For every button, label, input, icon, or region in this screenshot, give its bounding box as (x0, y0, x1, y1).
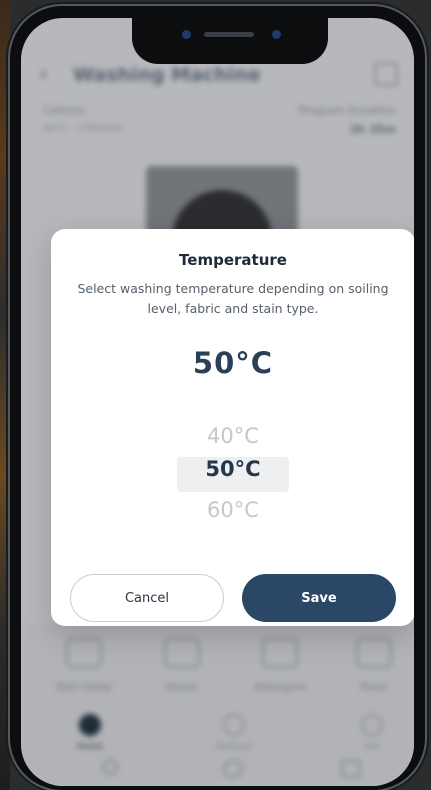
background-strip (0, 0, 10, 790)
save-button[interactable]: Save (242, 574, 396, 622)
sensor-icon (272, 30, 281, 39)
cancel-button[interactable]: Cancel (70, 574, 224, 622)
current-temperature: 50°C (192, 346, 274, 380)
phone-notch (132, 18, 328, 64)
picker-option-60[interactable]: 60°C (51, 498, 414, 522)
phone-screen: ‹ Washing Machine Cottons 40°C · 1400rpm… (21, 18, 414, 786)
temperature-picker[interactable]: 40°C 50°C 60°C (51, 419, 414, 539)
camera-icon (182, 30, 191, 39)
dialog-description: Select washing temperature depending on … (77, 281, 389, 316)
phone-frame: ‹ Washing Machine Cottons 40°C · 1400rpm… (10, 6, 425, 790)
speaker-grille (204, 32, 254, 37)
picker-option-40[interactable]: 40°C (51, 424, 414, 448)
dialog-title: Temperature (179, 251, 287, 269)
picker-option-50[interactable]: 50°C (51, 457, 414, 481)
temperature-dialog: Temperature Select washing temperature d… (51, 229, 414, 626)
